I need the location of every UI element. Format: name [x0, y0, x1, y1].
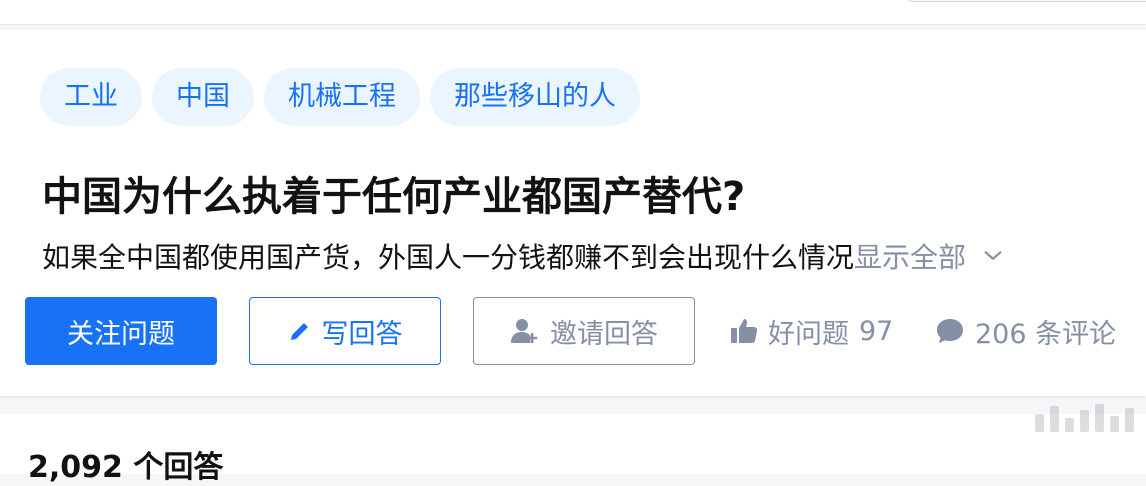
write-answer-label: 写回答 [321, 318, 403, 350]
watermark-logo [1035, 404, 1134, 432]
topic-tag-china[interactable]: 中国 [152, 68, 254, 126]
question-excerpt-text: 如果全中国都使用国产货，外国人一分钱都赚不到会出现什么情况 [42, 241, 855, 274]
search-box-edge[interactable] [904, 0, 1146, 2]
good-question-button[interactable]: 好问题 97 [730, 297, 893, 365]
show-all-button[interactable]: 显示全部 [854, 236, 1004, 276]
topic-tag-mountain-movers[interactable]: 那些移山的人 [430, 68, 640, 126]
question-title: 中国为什么执着于任何产业都国产替代? [42, 174, 746, 220]
answers-list-header: 2,092 个回答 [0, 414, 1146, 485]
thumbs-up-icon [731, 319, 758, 343]
pencil-icon [290, 323, 308, 340]
follow-question-label: 关注问题 [67, 318, 175, 350]
question-actions: 关注问题 写回答 邀请回答 好问题 97 206 条评论 [25, 297, 1135, 365]
top-bar-edge [0, 0, 1146, 25]
add-user-icon [511, 319, 538, 343]
comments-button[interactable]: 206 条评论 [935, 297, 1116, 365]
topic-tag-industry[interactable]: 工业 [40, 68, 142, 126]
invite-answer-button[interactable]: 邀请回答 [473, 297, 695, 365]
show-all-label: 显示全部 [854, 241, 967, 274]
good-question-count: 97 [859, 315, 894, 347]
follow-question-button[interactable]: 关注问题 [25, 297, 217, 365]
question-header-card: 工业 中国 机械工程 那些移山的人 中国为什么执着于任何产业都国产替代? 如果全… [0, 30, 1146, 396]
good-question-label: 好问题 [768, 318, 849, 350]
comments-label: 206 条评论 [975, 318, 1117, 350]
chevron-down-icon [984, 251, 1002, 260]
topic-tag-mechanical-engineering[interactable]: 机械工程 [264, 68, 420, 126]
question-excerpt: 如果全中国都使用国产货，外国人一分钱都赚不到会出现什么情况 显示全部 [42, 236, 1004, 276]
topic-tags: 工业 中国 机械工程 那些移山的人 [40, 68, 640, 126]
invite-answer-label: 邀请回答 [550, 318, 658, 350]
comment-bubble-icon [937, 319, 963, 343]
answers-count: 2,092 个回答 [28, 450, 224, 485]
write-answer-button[interactable]: 写回答 [249, 297, 441, 365]
